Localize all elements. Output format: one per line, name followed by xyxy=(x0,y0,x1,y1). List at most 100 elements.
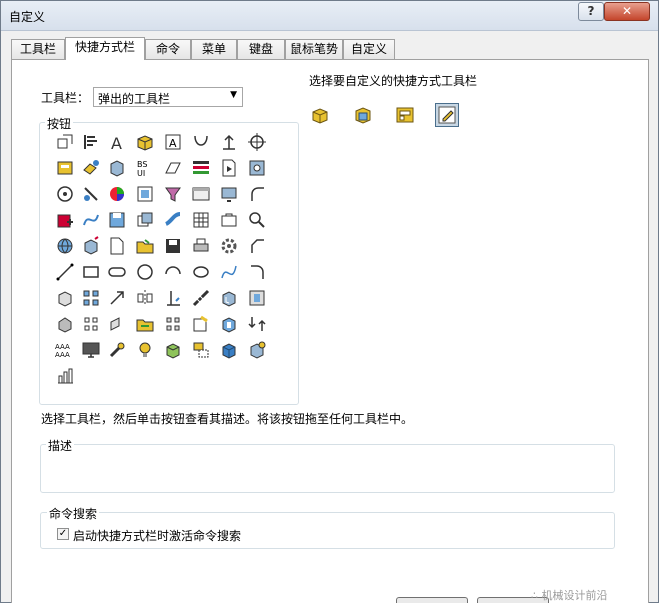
arc-icon[interactable] xyxy=(163,262,183,282)
copy-part-icon[interactable] xyxy=(135,210,155,230)
tab-mouse-gestures[interactable]: 鼠标笔势 xyxy=(285,39,343,59)
datum-icon[interactable] xyxy=(219,132,239,152)
mold-part-icon[interactable] xyxy=(107,158,127,178)
tab-menus[interactable]: 菜单 xyxy=(191,39,237,59)
move-arrow-icon[interactable] xyxy=(107,288,127,308)
swap-arrows-icon[interactable] xyxy=(247,314,267,334)
part-shortcut-toolbar-icon[interactable] xyxy=(308,103,332,127)
blank-window-icon[interactable] xyxy=(191,184,211,204)
command-search-checkbox[interactable]: ✓ xyxy=(57,528,69,540)
description-group-title: 描述 xyxy=(46,437,75,454)
boss-icon[interactable] xyxy=(55,314,75,334)
description-group xyxy=(40,444,615,493)
table-icon[interactable] xyxy=(191,210,211,230)
globe-icon[interactable] xyxy=(55,236,75,256)
gear-icon[interactable] xyxy=(219,236,239,256)
funnel-icon[interactable] xyxy=(163,184,183,204)
tab-keyboard[interactable]: 键盘 xyxy=(237,39,285,59)
curve-icon[interactable] xyxy=(81,210,101,230)
close-button[interactable]: ✕ xyxy=(604,2,650,21)
sweep-icon[interactable] xyxy=(163,210,183,230)
folder-feature-icon[interactable] xyxy=(135,314,155,334)
plane-icon[interactable] xyxy=(163,158,183,178)
watermark: ∴ 机械设计前沿 xyxy=(531,589,608,602)
tab-toolbars[interactable]: 工具栏 xyxy=(11,39,65,59)
yellow-cube-icon[interactable] xyxy=(135,132,155,152)
toolbar-select-label: 工具栏： xyxy=(41,91,90,105)
new-document-icon[interactable] xyxy=(107,236,127,256)
text-aaa-icon[interactable]: AAA AAA xyxy=(55,340,75,360)
text-box-icon[interactable]: A xyxy=(163,132,183,152)
assembly-shortcut-toolbar-icon[interactable] xyxy=(351,103,375,127)
tab-customization[interactable]: 自定义 xyxy=(343,39,395,59)
circular-pattern-icon[interactable] xyxy=(163,314,183,334)
cavity-icon[interactable] xyxy=(219,314,239,334)
red-part-icon[interactable] xyxy=(55,210,75,230)
shell-icon[interactable] xyxy=(219,288,239,308)
pattern-icon[interactable] xyxy=(81,288,101,308)
sketch-shortcut-toolbar-icon[interactable] xyxy=(435,103,459,127)
fillet-icon[interactable] xyxy=(247,184,267,204)
svg-text:AAA: AAA xyxy=(55,343,70,351)
line-icon[interactable] xyxy=(55,262,75,282)
svg-text:A: A xyxy=(111,134,122,152)
appearance-sphere-icon[interactable] xyxy=(107,184,127,204)
measure-icon[interactable] xyxy=(191,288,211,308)
display-icon[interactable] xyxy=(81,340,101,360)
svg-text:UI: UI xyxy=(137,169,145,178)
text-a-icon[interactable]: A xyxy=(107,132,127,152)
split-line-icon[interactable] xyxy=(81,184,101,204)
print-icon[interactable] xyxy=(191,236,211,256)
monitor-view-icon[interactable] xyxy=(219,184,239,204)
linear-pattern-icon[interactable] xyxy=(81,314,101,334)
ok-button[interactable] xyxy=(396,597,468,603)
smart-component-icon[interactable] xyxy=(81,158,101,178)
slot-icon[interactable] xyxy=(107,262,127,282)
sketch-spline-icon[interactable] xyxy=(219,262,239,282)
align-left-icon[interactable] xyxy=(81,132,101,152)
tab-shortcut-bars[interactable]: 快捷方式栏 xyxy=(65,37,145,60)
toolbar-select[interactable]: 弹出的工具栏 ▼ xyxy=(93,87,243,107)
box-icon[interactable] xyxy=(55,132,75,152)
customize-dialog: 自定义 ? ✕ 工具栏 快捷方式栏 命令 菜单 键盘 鼠标笔势 自定义 工具栏：… xyxy=(0,0,659,603)
bar-chart-icon[interactable] xyxy=(55,366,75,386)
reference-geometry-icon[interactable] xyxy=(191,314,211,334)
help-button[interactable]: ? xyxy=(578,2,604,21)
rib-icon[interactable] xyxy=(107,314,127,334)
open-folder-icon[interactable] xyxy=(135,236,155,256)
extrude-icon[interactable] xyxy=(55,288,75,308)
shortcut-toolbar-label: 选择要自定义的快捷方式工具栏 xyxy=(309,74,478,88)
disk-icon[interactable] xyxy=(247,158,267,178)
rectangle-icon[interactable] xyxy=(81,262,101,282)
bom-text-icon[interactable]: BS UI xyxy=(135,158,155,178)
zoom-icon[interactable] xyxy=(247,210,267,230)
color-table-icon[interactable] xyxy=(191,158,211,178)
title-bar: 自定义 ? ✕ xyxy=(1,1,658,31)
explode-icon[interactable] xyxy=(81,236,101,256)
revolve-icon[interactable] xyxy=(55,184,75,204)
rotate-part-icon[interactable] xyxy=(247,340,267,360)
mirror-icon[interactable] xyxy=(135,288,155,308)
light-bulb-icon[interactable] xyxy=(135,340,155,360)
chamfer-icon[interactable] xyxy=(247,236,267,256)
sketch-fillet-icon[interactable] xyxy=(247,262,267,282)
ellipse-icon[interactable] xyxy=(191,262,211,282)
layout-sketch-icon[interactable] xyxy=(191,340,211,360)
crosshair-icon[interactable] xyxy=(247,132,267,152)
tab-commands[interactable]: 命令 xyxy=(145,39,191,59)
drawing-sheet-icon[interactable] xyxy=(55,158,75,178)
document-play-icon[interactable] xyxy=(219,158,239,178)
spline-icon[interactable] xyxy=(191,132,211,152)
save-icon[interactable] xyxy=(107,210,127,230)
drawing-shortcut-toolbar-icon[interactable] xyxy=(393,103,417,127)
floppy-save-icon[interactable] xyxy=(163,236,183,256)
green-part-icon[interactable] xyxy=(163,340,183,360)
dimension-icon[interactable] xyxy=(163,288,183,308)
briefcase-icon[interactable] xyxy=(219,210,239,230)
tool-wrench-icon[interactable] xyxy=(107,340,127,360)
section-view-icon[interactable] xyxy=(247,288,267,308)
blue-cube-icon[interactable] xyxy=(219,340,239,360)
view-palette-icon[interactable] xyxy=(135,184,155,204)
svg-text:AAA: AAA xyxy=(55,351,70,359)
circle-icon[interactable] xyxy=(135,262,155,282)
